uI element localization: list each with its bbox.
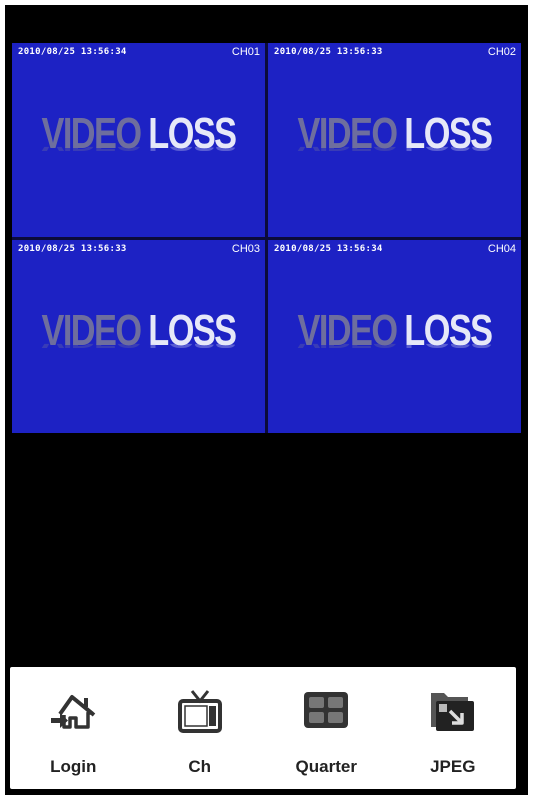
video-loss-reflection: VIDEO LOSS	[296, 343, 493, 351]
timestamp: 2010/08/25 13:56:33	[274, 47, 383, 57]
channel-label: CH02	[487, 46, 516, 58]
reflection-loss-word: LOSS	[404, 147, 491, 155]
jpeg-label: JPEG	[430, 757, 476, 776]
camera-tile-ch01[interactable]: 2010/08/25 13:56:34 CH01 VIDEO LOSS VIDEO…	[12, 43, 265, 237]
ch-button[interactable]: Ch	[140, 667, 260, 789]
reflection-loss-word: LOSS	[148, 343, 235, 351]
channel-label: CH03	[231, 242, 260, 255]
timestamp: 2010/08/25 13:56:34	[18, 47, 127, 57]
folder-save-icon	[430, 693, 474, 731]
reflection-video-word: VIDEO	[41, 147, 140, 155]
quad-grid-icon	[304, 692, 349, 728]
channel-label: CH04	[487, 242, 516, 255]
channel-label: CH01	[231, 46, 260, 58]
login-label: Login	[50, 757, 97, 776]
house-arrow-icon	[51, 695, 96, 729]
camera-tile-ch03[interactable]: 2010/08/25 13:56:33 CH03 VIDEO LOSS VIDEO…	[12, 239, 265, 433]
tv-icon	[177, 690, 222, 733]
camera-tile-ch02[interactable]: 2010/08/25 13:56:33 CH02 VIDEO LOSS VIDEO…	[268, 43, 521, 237]
reflection-video-word: VIDEO	[297, 343, 396, 351]
camera-tile-ch04[interactable]: 2010/08/25 13:56:34 CH04 VIDEO LOSS VIDEO…	[268, 239, 521, 433]
reflection-video-word: VIDEO	[41, 343, 140, 351]
video-loss-reflection: VIDEO LOSS	[296, 147, 493, 155]
video-loss-reflection: VIDEO LOSS	[40, 147, 237, 155]
reflection-loss-word: LOSS	[404, 343, 491, 351]
login-button[interactable]: Login	[13, 667, 133, 789]
ch-label: Ch	[188, 757, 212, 776]
phone-screen: 2010/08/25 13:56:34 CH01 VIDEO LOSS VIDEO…	[5, 5, 528, 795]
bottom-toolbar: Login Ch Quarter JPEG	[10, 667, 516, 789]
camera-grid: 2010/08/25 13:56:34 CH01 VIDEO LOSS VIDEO…	[12, 43, 521, 433]
timestamp: 2010/08/25 13:56:34	[274, 243, 383, 254]
video-loss-reflection: VIDEO LOSS	[40, 343, 237, 351]
reflection-video-word: VIDEO	[297, 147, 396, 155]
jpeg-button[interactable]: JPEG	[393, 667, 513, 789]
quarter-label: Quarter	[295, 757, 357, 776]
quarter-button[interactable]: Quarter	[266, 667, 386, 789]
timestamp: 2010/08/25 13:56:33	[18, 243, 127, 254]
reflection-loss-word: LOSS	[148, 147, 235, 155]
